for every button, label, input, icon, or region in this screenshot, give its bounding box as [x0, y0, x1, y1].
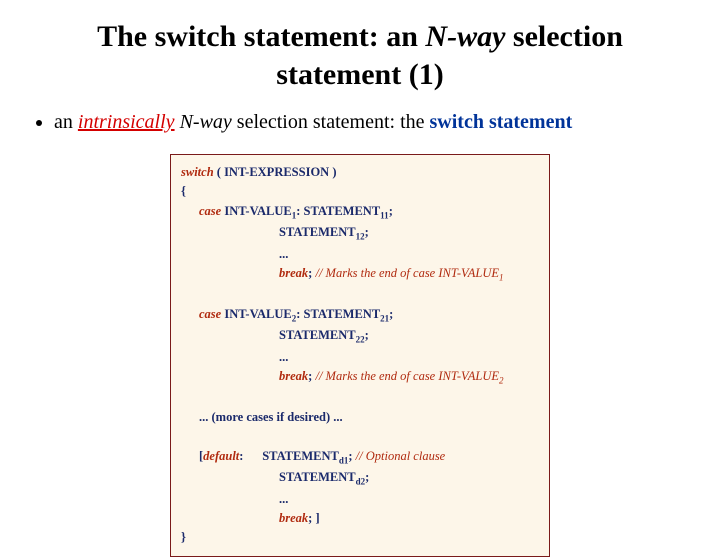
- case1-label: INT-VALUE: [221, 204, 292, 218]
- code-line: break; // Marks the end of case INT-VALU…: [181, 264, 539, 285]
- stmt: STATEMENT: [262, 449, 339, 463]
- code-line: ...: [181, 245, 539, 264]
- title-part-a: The switch statement: an: [97, 20, 425, 53]
- kw-case: case: [199, 204, 221, 218]
- semi: ;: [389, 204, 393, 218]
- switch-expr: ( INT-EXPRESSION ): [214, 165, 337, 179]
- sub: d2: [356, 477, 366, 487]
- gap: [243, 449, 262, 463]
- kw-switch: switch: [181, 165, 214, 179]
- code-line: break; ]: [181, 509, 539, 528]
- code-line: ... (more cases if desired) ...: [181, 408, 539, 427]
- code-line: [default: STATEMENTd1; // Optional claus…: [181, 447, 539, 468]
- blank-line: [181, 427, 539, 446]
- stmt: STATEMENT: [279, 328, 356, 342]
- bullet-nway: N-way: [175, 111, 232, 133]
- code-line: STATEMENTd2;: [181, 468, 539, 489]
- bullet-text-mid: selection statement: the: [232, 111, 430, 133]
- bullet-item: an intrinsically N-way selection stateme…: [54, 111, 690, 134]
- stmt: STATEMENT: [304, 307, 381, 321]
- blank-line: [181, 285, 539, 304]
- kw-default: default: [203, 449, 239, 463]
- kw-case: case: [199, 307, 221, 321]
- colon: :: [296, 204, 303, 218]
- bullet-list: an intrinsically N-way selection stateme…: [34, 111, 690, 134]
- comment: // Marks the end of case INT-VALUE: [312, 266, 499, 280]
- sub: 11: [380, 210, 389, 220]
- stmt: STATEMENT: [279, 225, 356, 239]
- code-line: ...: [181, 490, 539, 509]
- sub: 1: [499, 273, 504, 283]
- code-line: switch ( INT-EXPRESSION ): [181, 163, 539, 182]
- sub: 21: [380, 313, 389, 323]
- code-line: STATEMENT12;: [181, 223, 539, 244]
- comment: // Optional clause: [353, 449, 446, 463]
- code-line: STATEMENT22;: [181, 326, 539, 347]
- code-figure: switch ( INT-EXPRESSION ) { case INT-VAL…: [170, 154, 550, 557]
- sub: 2: [499, 376, 504, 386]
- bracket: ]: [312, 511, 319, 525]
- slide: The switch statement: an N-way selection…: [0, 0, 720, 540]
- slide-title: The switch statement: an N-way selection…: [70, 18, 650, 93]
- code-line: ...: [181, 348, 539, 367]
- stmt: STATEMENT: [279, 470, 356, 484]
- semi: ;: [365, 328, 369, 342]
- bullet-text-a: an: [54, 111, 78, 133]
- stmt: STATEMENT: [304, 204, 381, 218]
- code-line: }: [181, 528, 539, 547]
- kw-break: break: [279, 369, 308, 383]
- bullet-intrinsically: intrinsically: [78, 111, 175, 133]
- colon: :: [296, 307, 303, 321]
- sub: d1: [339, 455, 349, 465]
- kw-break: break: [279, 511, 308, 525]
- code-line: case INT-VALUE1: STATEMENT11;: [181, 202, 539, 223]
- code-line: case INT-VALUE2: STATEMENT21;: [181, 305, 539, 326]
- code-line: {: [181, 182, 539, 201]
- bullet-switch-kw: switch statement: [430, 111, 573, 133]
- sub: 12: [356, 232, 365, 242]
- blank-line: [181, 389, 539, 408]
- code-line: break; // Marks the end of case INT-VALU…: [181, 367, 539, 388]
- sub: 22: [356, 335, 365, 345]
- code-box: switch ( INT-EXPRESSION ) { case INT-VAL…: [170, 154, 550, 557]
- semi: ;: [365, 470, 369, 484]
- semi: ;: [365, 225, 369, 239]
- title-nway: N-way: [425, 20, 505, 53]
- semi: ;: [389, 307, 393, 321]
- case2-label: INT-VALUE: [221, 307, 292, 321]
- kw-break: break: [279, 266, 308, 280]
- comment: // Marks the end of case INT-VALUE: [312, 369, 499, 383]
